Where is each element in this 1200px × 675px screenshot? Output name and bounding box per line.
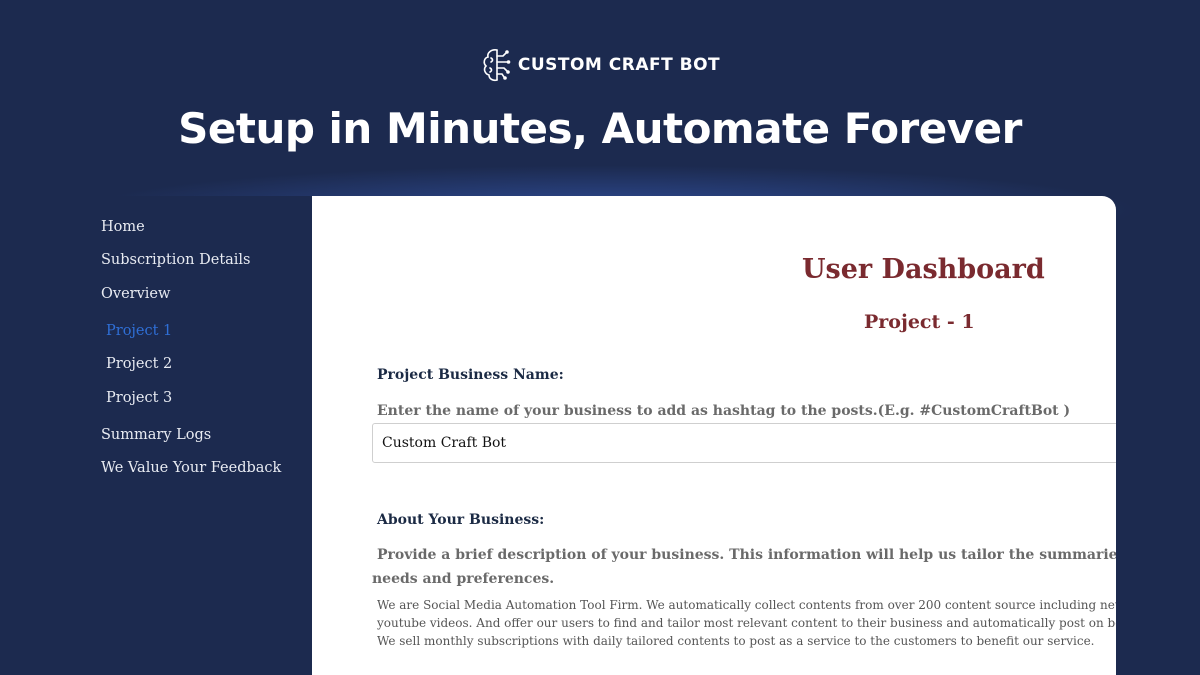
hero-headline: Setup in Minutes, Automate Forever — [178, 104, 1022, 153]
sidebar-item-summary-logs[interactable]: Summary Logs — [101, 427, 211, 443]
dashboard-panel: User Dashboard Project - 1 Project Busin… — [312, 196, 1116, 675]
brain-circuit-icon — [480, 46, 514, 84]
sidebar-item-home[interactable]: Home — [101, 219, 145, 235]
brand-header[interactable]: CUSTOM CRAFT BOT — [0, 46, 1200, 84]
page-title: User Dashboard — [802, 254, 1045, 285]
about-business-hint-line1: Provide a brief description of your busi… — [377, 547, 1116, 563]
sidebar-item-overview[interactable]: Overview — [101, 286, 170, 302]
business-name-label: Project Business Name: — [377, 367, 564, 383]
sidebar: Home Subscription Details Overview Proje… — [88, 196, 312, 675]
sidebar-item-feedback[interactable]: We Value Your Feedback — [101, 460, 281, 476]
sidebar-item-project-2[interactable]: Project 2 — [106, 356, 172, 372]
about-business-text-line2[interactable]: youtube videos. And offer our users to f… — [377, 614, 1116, 632]
about-business-text-line3[interactable]: We sell monthly subscriptions with daily… — [377, 632, 1095, 650]
sidebar-item-project-3[interactable]: Project 3 — [106, 390, 172, 406]
business-name-hint: Enter the name of your business to add a… — [377, 403, 1071, 419]
about-business-label: About Your Business: — [377, 512, 545, 528]
business-name-input[interactable] — [372, 423, 1116, 463]
about-business-hint-line2: needs and preferences. — [372, 571, 555, 587]
sidebar-item-project-1[interactable]: Project 1 — [106, 323, 172, 339]
about-business-text-line1[interactable]: We are Social Media Automation Tool Firm… — [377, 596, 1116, 614]
brand-name: CUSTOM CRAFT BOT — [517, 55, 721, 75]
sidebar-item-subscription-details[interactable]: Subscription Details — [101, 252, 251, 268]
project-title: Project - 1 — [864, 311, 975, 333]
